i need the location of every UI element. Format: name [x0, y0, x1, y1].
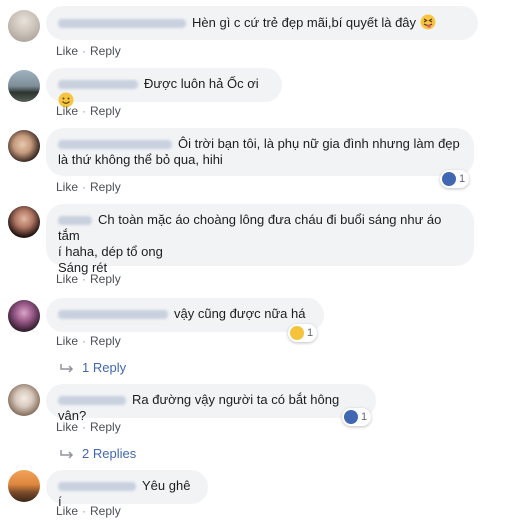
comment-actions: Like · Reply [56, 44, 121, 58]
replies-count: 2 Replies [82, 446, 137, 461]
reply-arrow-icon [60, 449, 74, 459]
like-link[interactable]: Like [56, 504, 78, 518]
author-name-blurred[interactable] [58, 482, 136, 492]
comment-bubble: vậy cũng được nữa há [46, 298, 324, 332]
reaction-count[interactable]: 1 [342, 408, 372, 426]
reply-link[interactable]: Reply [90, 104, 121, 118]
author-name-blurred[interactable] [58, 396, 126, 406]
comment-actions: Like · Reply [56, 334, 121, 348]
reply-link[interactable]: Reply [90, 504, 121, 518]
reply-link[interactable]: Reply [90, 272, 121, 286]
separator: · [82, 504, 87, 518]
view-replies-link[interactable]: 2 Replies [60, 446, 136, 461]
author-name-blurred[interactable] [58, 216, 92, 226]
avatar[interactable] [8, 300, 40, 332]
comment-bubble: Ch toàn mặc áo choàng lông đưa cháu đi b… [46, 204, 474, 275]
author-name-blurred[interactable] [58, 310, 168, 320]
avatar[interactable] [8, 206, 40, 238]
comment-actions: Like · Reply [56, 180, 121, 194]
haha-icon [290, 326, 304, 340]
comment-text-line: Ôi trời bạn tôi, là phụ nữ gia đình nhưn… [178, 136, 460, 151]
reaction-count[interactable]: 1 [440, 170, 470, 188]
comment-bubble: Ra đường vậy người ta có bắt hông vân? [46, 384, 376, 423]
reply-link[interactable]: Reply [90, 334, 121, 348]
comment-text: Hèn gì c cứ trẻ đẹp mãi,bí quyết là đây [192, 15, 417, 30]
avatar[interactable] [8, 130, 40, 162]
separator: · [82, 334, 87, 348]
separator: · [82, 420, 87, 434]
reaction-number: 1 [361, 411, 368, 423]
like-link[interactable]: Like [56, 420, 78, 434]
author-name-blurred[interactable] [58, 19, 186, 29]
like-icon [442, 172, 456, 186]
reply-link[interactable]: Reply [90, 420, 121, 434]
separator: · [82, 104, 87, 118]
reaction-number: 1 [307, 327, 314, 339]
like-link[interactable]: Like [56, 334, 78, 348]
avatar[interactable] [8, 470, 40, 502]
avatar[interactable] [8, 10, 40, 42]
separator: · [82, 272, 87, 286]
comment-actions: Like · Reply [56, 420, 121, 434]
comment-text-line: í haha, dép tổ ong [58, 244, 163, 259]
comment-bubble: Được luôn hả Ốc ơi [46, 68, 282, 108]
comment-text: Được luôn hả Ốc ơi [144, 76, 259, 91]
like-link[interactable]: Like [56, 180, 78, 194]
reaction-number: 1 [459, 173, 466, 185]
comment-text: vậy cũng được nữa há [174, 306, 306, 321]
comment-actions: Like · Reply [56, 504, 121, 518]
reply-arrow-icon [60, 363, 74, 373]
comment-actions: Like · Reply [56, 104, 121, 118]
replies-count: 1 Reply [82, 360, 127, 375]
author-name-blurred[interactable] [58, 80, 138, 90]
comment-actions: Like · Reply [56, 272, 121, 286]
view-replies-link[interactable]: 1 Reply [60, 360, 126, 375]
reply-link[interactable]: Reply [90, 44, 121, 58]
separator: · [82, 44, 87, 58]
author-name-blurred[interactable] [58, 140, 172, 150]
comment-bubble: Hèn gì c cứ trẻ đẹp mãi,bí quyết là đây [46, 6, 478, 40]
separator: · [82, 180, 87, 194]
reaction-count[interactable]: 1 [288, 324, 318, 342]
comment-bubble: Ôi trời bạn tôi, là phụ nữ gia đình nhưn… [46, 128, 474, 176]
avatar[interactable] [8, 384, 40, 416]
avatar[interactable] [8, 70, 40, 102]
like-icon [344, 410, 358, 424]
comment-bubble: Yêu ghê í [46, 470, 208, 509]
like-link[interactable]: Like [56, 272, 78, 286]
comment-text-line: là thứ không thể bỏ qua, hihi [58, 152, 223, 167]
like-link[interactable]: Like [56, 44, 78, 58]
comment-text-line: Ch toàn mặc áo choàng lông đưa cháu đi b… [58, 212, 442, 243]
like-link[interactable]: Like [56, 104, 78, 118]
squinting-tongue-emoji [420, 14, 436, 30]
reply-link[interactable]: Reply [90, 180, 121, 194]
